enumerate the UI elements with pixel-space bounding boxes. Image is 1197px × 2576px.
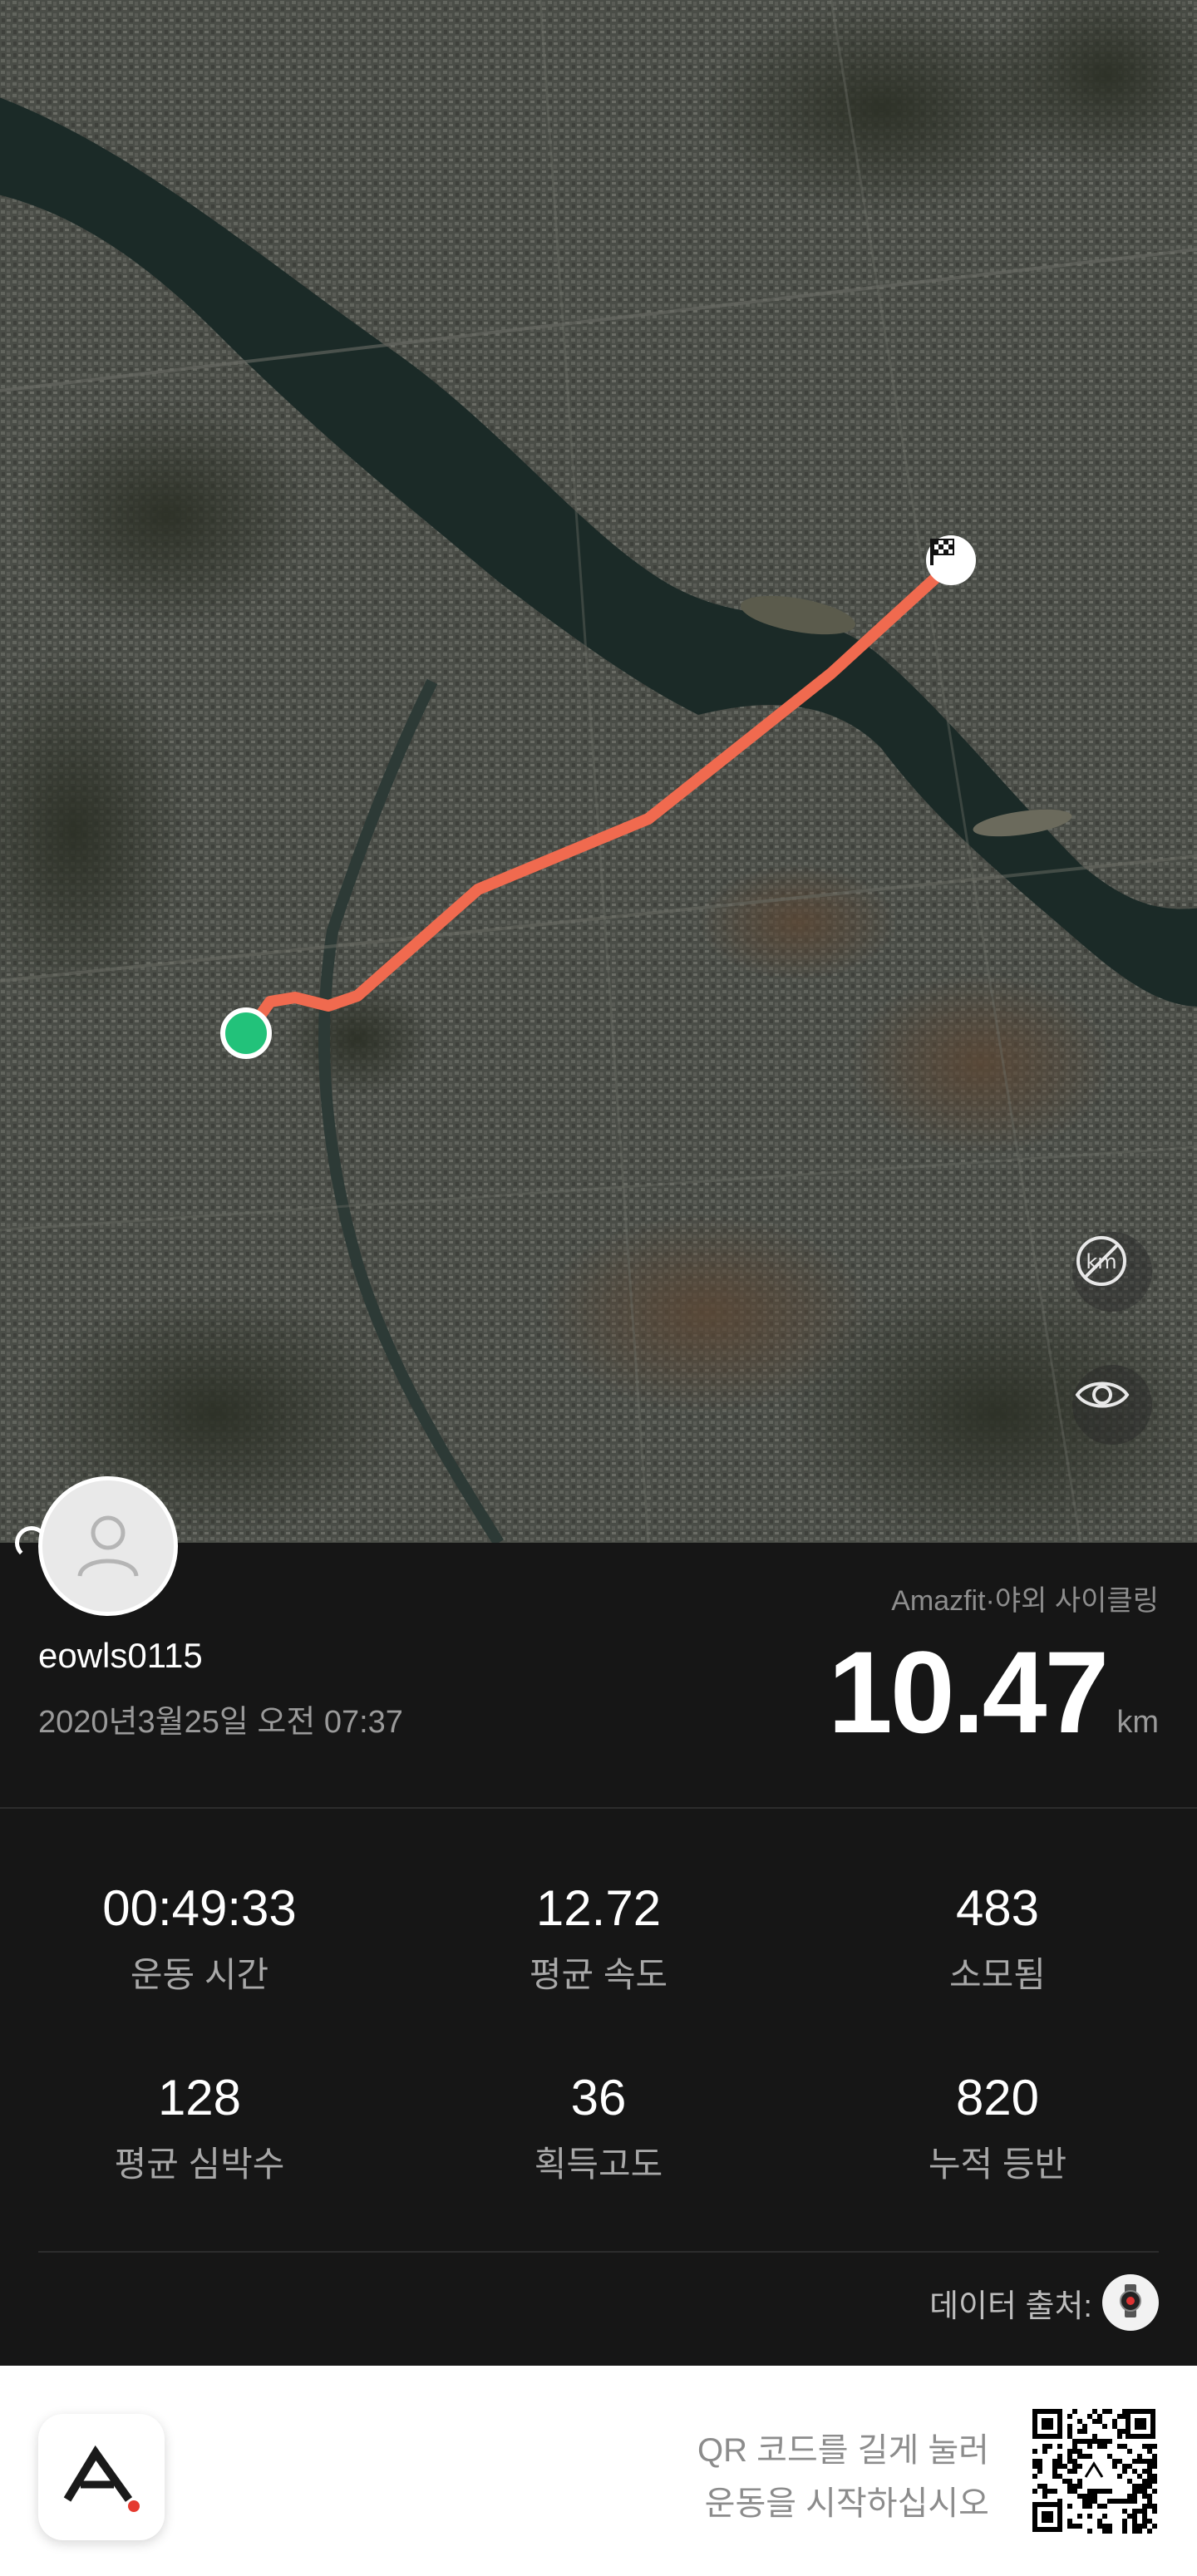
divider (0, 1807, 1197, 1809)
workout-summary: eowls0115 2020년3월25일 오전 07:37 Amazfit·야외… (0, 1476, 1197, 2374)
stat-calories: 483 소모됨 (798, 1884, 1197, 1997)
stat-value: 483 (955, 1880, 1040, 1936)
distance-value: 10.47 (828, 1627, 1109, 1757)
stat-label: 평균 심박수 (114, 2145, 285, 2184)
device-badge[interactable] (1102, 2274, 1159, 2331)
stat-duration: 00:49:33 운동 시간 (0, 1884, 399, 1997)
route-map[interactable]: km (0, 0, 1197, 1543)
stat-label: 평균 속도 (529, 1955, 668, 1994)
unit-toggle-button[interactable]: km (1072, 1232, 1152, 1312)
finish-marker (926, 535, 976, 585)
stat-label: 누적 등반 (928, 2145, 1067, 2184)
visibility-toggle-button[interactable] (1072, 1365, 1152, 1445)
stat-elevation-gain: 36 획득고도 (399, 2073, 798, 2187)
data-source-label: 데이터 출처: (929, 2288, 1092, 2324)
stat-value: 00:49:33 (102, 1880, 297, 1936)
stat-value: 820 (955, 2070, 1040, 2125)
satellite-map (0, 0, 1197, 1543)
distance: 10.47 km (828, 1634, 1159, 1751)
smartwatch-icon (1112, 2283, 1149, 2323)
stat-value: 128 (157, 2070, 242, 2125)
footer-banner: QR 코드를 길게 눌러 운동을 시작하십시오 (0, 2366, 1197, 2576)
qr-instructions-line-1: QR 코드를 길게 눌러 (697, 2432, 989, 2469)
distance-unit: km (1116, 1705, 1159, 1740)
qr-instructions-line-2: 운동을 시작하십시오 (704, 2485, 989, 2522)
activity-type: Amazfit·야외 사이클링 (891, 1585, 1159, 1617)
app-logo[interactable] (38, 2414, 165, 2540)
stat-label: 운동 시간 (130, 1955, 269, 1994)
qr-code[interactable] (1031, 2407, 1157, 2534)
divider (38, 2251, 1159, 2253)
start-marker (220, 1007, 272, 1059)
stat-value: 36 (570, 2070, 627, 2125)
stat-avg-speed: 12.72 평균 속도 (399, 1884, 798, 1997)
qr-code-icon (1031, 2407, 1157, 2537)
avatar[interactable] (38, 1476, 178, 1616)
user-placeholder-icon (68, 1505, 148, 1588)
stat-label: 소모됨 (949, 1955, 1046, 1994)
stat-label: 획득고도 (534, 2145, 663, 2184)
workout-datetime: 2020년3월25일 오전 07:37 (38, 1705, 403, 1740)
stat-value: 12.72 (535, 1880, 662, 1936)
stat-total-climb: 820 누적 등반 (798, 2073, 1197, 2187)
username: eowls0115 (38, 1636, 203, 1675)
data-source: 데이터 출처: (929, 2274, 1159, 2331)
stat-avg-heart-rate: 128 평균 심박수 (0, 2073, 399, 2187)
qr-instructions: QR 코드를 길게 눌러 운동을 시작하십시오 (697, 2424, 989, 2530)
amazfit-logo-icon (56, 2430, 147, 2524)
